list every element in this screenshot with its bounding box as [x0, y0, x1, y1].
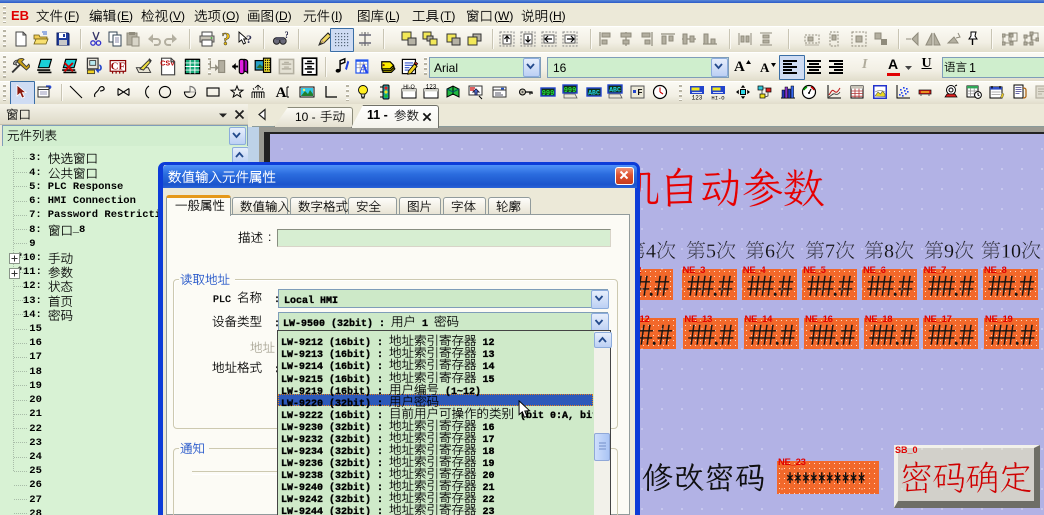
svg-text:0:A,: 0:A, — [550, 410, 574, 421]
svg-text:123: 123 — [426, 84, 437, 91]
svg-text:?: ? — [285, 31, 289, 40]
svg-text:999: 999 — [542, 90, 555, 98]
svg-text:F: F — [638, 88, 643, 97]
svg-text:A: A — [358, 61, 368, 76]
svg-text:PLC: PLC — [213, 293, 231, 304]
svg-text:(32bit): (32bit) — [329, 506, 371, 515]
svg-text::: : — [274, 319, 280, 330]
svg-text:CF: CF — [110, 60, 125, 72]
svg-text::: : — [379, 317, 385, 328]
svg-text:15: 15 — [482, 373, 494, 384]
svg-text:1: 1 — [422, 317, 428, 328]
svg-text:LW-9500: LW-9500 — [283, 317, 325, 328]
svg-text::: : — [377, 506, 383, 515]
svg-text:bit: bit — [580, 410, 593, 421]
svg-text:HI-O: HI-O — [403, 85, 415, 91]
svg-text:ABC: ABC — [588, 90, 600, 97]
svg-text:123: 123 — [692, 95, 703, 101]
svg-text:Local: Local — [284, 294, 314, 305]
svg-text:A: A — [734, 59, 745, 74]
svg-text:LW-9244: LW-9244 — [281, 506, 323, 515]
svg-text:(1~12): (1~12) — [445, 386, 481, 397]
svg-text:A: A — [760, 60, 770, 75]
svg-text:?: ? — [246, 32, 252, 46]
svg-text::: : — [274, 293, 280, 304]
svg-text:CSV: CSV — [160, 59, 175, 67]
svg-text:(32bit): (32bit) — [331, 317, 373, 328]
svg-text:?: ? — [222, 31, 231, 47]
svg-text:HI-O: HI-O — [711, 95, 725, 101]
svg-text:ABC: ABC — [609, 87, 621, 94]
svg-text:HMI: HMI — [320, 294, 338, 305]
svg-text:A: A — [276, 85, 287, 100]
svg-text:23: 23 — [482, 506, 494, 515]
